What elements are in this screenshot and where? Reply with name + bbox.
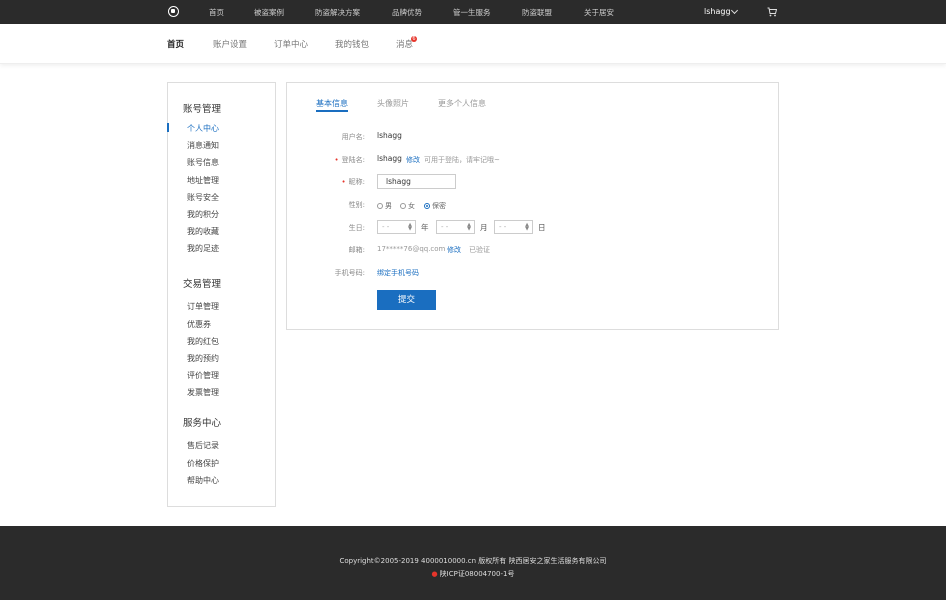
tab-more-info[interactable]: 更多个人信息 bbox=[438, 98, 486, 109]
tab-avatar[interactable]: 头像照片 bbox=[377, 98, 409, 109]
nickname-input[interactable] bbox=[377, 174, 456, 189]
topnav-solutions[interactable]: 防盗解决方案 bbox=[315, 7, 360, 18]
sidebar-item-notifications[interactable]: 消息通知 bbox=[187, 140, 219, 151]
gender-option-female[interactable]: 女 bbox=[400, 201, 415, 211]
tab-basic-info[interactable]: 基本信息 bbox=[316, 98, 348, 109]
footer: Copyright©2005-2019 4000010000.cn 版权所有 陕… bbox=[0, 526, 946, 600]
user-menu[interactable]: lshagg bbox=[704, 7, 731, 16]
gender-option-male[interactable]: 男 bbox=[377, 201, 392, 211]
subnav-order-center[interactable]: 订单中心 bbox=[274, 38, 308, 50]
sidebar-item-favorites[interactable]: 我的收藏 bbox=[187, 226, 219, 237]
spinner-icon: ▲ ▼ bbox=[525, 222, 529, 232]
radio-icon bbox=[377, 203, 383, 209]
sidebar: 账号管理 个人中心 消息通知 账号信息 地址管理 账号安全 我的积分 我的收藏 … bbox=[167, 82, 276, 507]
top-bar: 首页 被盗案例 防盗解决方案 品牌优势 管一生服务 防盗联盟 关于居安 lsha… bbox=[0, 0, 946, 24]
login-name-edit-link[interactable]: 修改 bbox=[406, 155, 420, 165]
subnav-home[interactable]: 首页 bbox=[167, 38, 184, 50]
sidebar-item-appointments[interactable]: 我的预约 bbox=[187, 353, 219, 364]
cart-icon[interactable] bbox=[767, 7, 777, 17]
gender-label: 性别: bbox=[348, 201, 365, 209]
email-label: 邮箱: bbox=[348, 246, 365, 254]
sidebar-item-invoices[interactable]: 发票管理 bbox=[187, 387, 219, 398]
topnav-brand[interactable]: 品牌优势 bbox=[392, 7, 422, 18]
birthday-year-unit: 年 bbox=[421, 223, 429, 232]
topnav-about[interactable]: 关于居安 bbox=[584, 7, 614, 18]
sidebar-item-points[interactable]: 我的积分 bbox=[187, 209, 219, 220]
birthday-month-select[interactable]: - - ▲ ▼ bbox=[436, 220, 475, 234]
gender-option-secret[interactable]: 保密 bbox=[424, 201, 446, 211]
login-name-value: lshagg bbox=[377, 154, 402, 163]
footer-copyright: Copyright©2005-2019 4000010000.cn 版权所有 陕… bbox=[339, 557, 607, 565]
radio-selected-icon bbox=[424, 203, 430, 209]
chevron-down-icon[interactable] bbox=[730, 6, 739, 15]
spinner-icon: ▲ ▼ bbox=[467, 222, 471, 232]
email-verified-status: 已验证 bbox=[469, 246, 490, 254]
birthday-day-select[interactable]: - - ▲ ▼ bbox=[494, 220, 533, 234]
sub-nav: 首页 账户设置 订单中心 我的钱包 消息 6 bbox=[0, 24, 946, 64]
birthday-year-select[interactable]: - - ▲ ▼ bbox=[377, 220, 416, 234]
topnav-theft-cases[interactable]: 被盗案例 bbox=[254, 7, 284, 18]
sidebar-item-coupons[interactable]: 优惠券 bbox=[187, 319, 211, 330]
subnav-wallet[interactable]: 我的钱包 bbox=[335, 38, 369, 50]
email-value: 17*****76@qq.com bbox=[377, 245, 446, 253]
phone-label: 手机号码: bbox=[334, 269, 365, 277]
sidebar-group-title: 账号管理 bbox=[183, 104, 222, 115]
sidebar-group-title: 交易管理 bbox=[183, 279, 222, 290]
logo-icon[interactable] bbox=[168, 6, 179, 17]
topnav-alliance[interactable]: 防盗联盟 bbox=[522, 7, 552, 18]
topnav-service[interactable]: 管一生服务 bbox=[453, 7, 491, 18]
topnav-home[interactable]: 首页 bbox=[209, 7, 224, 18]
username-value: lshagg bbox=[377, 131, 402, 140]
sidebar-item-after-sales[interactable]: 售后记录 bbox=[187, 440, 219, 451]
nickname-label: • 昵称: bbox=[341, 178, 366, 186]
sidebar-item-help[interactable]: 帮助中心 bbox=[187, 475, 219, 486]
footer-icp: ● 陕ICP证08004700-1号 bbox=[431, 570, 515, 578]
birthday-month-unit: 月 bbox=[480, 223, 488, 232]
sidebar-item-history[interactable]: 我的足迹 bbox=[187, 243, 219, 254]
sidebar-item-price-protection[interactable]: 价格保护 bbox=[187, 458, 219, 469]
sidebar-item-personal-center[interactable]: 个人中心 bbox=[187, 123, 219, 134]
sidebar-item-security[interactable]: 账号安全 bbox=[187, 192, 219, 203]
subnav-account-settings[interactable]: 账户设置 bbox=[213, 38, 247, 50]
sidebar-item-account-info[interactable]: 账号信息 bbox=[187, 157, 219, 168]
radio-icon bbox=[400, 203, 406, 209]
sidebar-item-orders[interactable]: 订单管理 bbox=[187, 301, 219, 312]
active-tab-indicator bbox=[316, 110, 348, 112]
submit-button[interactable]: 提交 bbox=[377, 290, 436, 310]
username-label: 用户名: bbox=[341, 133, 365, 141]
sidebar-item-reviews[interactable]: 评价管理 bbox=[187, 370, 219, 381]
profile-panel: 基本信息 头像照片 更多个人信息 用户名: lshagg • 登陆名: lshag… bbox=[286, 82, 779, 330]
email-edit-link[interactable]: 修改 bbox=[447, 245, 461, 255]
sidebar-item-red-packets[interactable]: 我的红包 bbox=[187, 336, 219, 347]
login-name-hint: 可用于登陆，请牢记哦~ bbox=[424, 156, 500, 164]
login-name-label: • 登陆名: bbox=[334, 156, 366, 164]
sidebar-group-title: 服务中心 bbox=[183, 418, 222, 429]
spinner-icon: ▲ ▼ bbox=[408, 222, 412, 232]
sidebar-item-addresses[interactable]: 地址管理 bbox=[187, 175, 219, 186]
birthday-day-unit: 日 bbox=[538, 223, 546, 232]
police-badge-icon: ● bbox=[431, 570, 438, 578]
message-count-badge: 6 bbox=[411, 36, 417, 42]
active-item-marker bbox=[167, 123, 169, 132]
birthday-label: 生日: bbox=[348, 224, 365, 232]
bind-phone-link[interactable]: 绑定手机号码 bbox=[377, 268, 419, 278]
